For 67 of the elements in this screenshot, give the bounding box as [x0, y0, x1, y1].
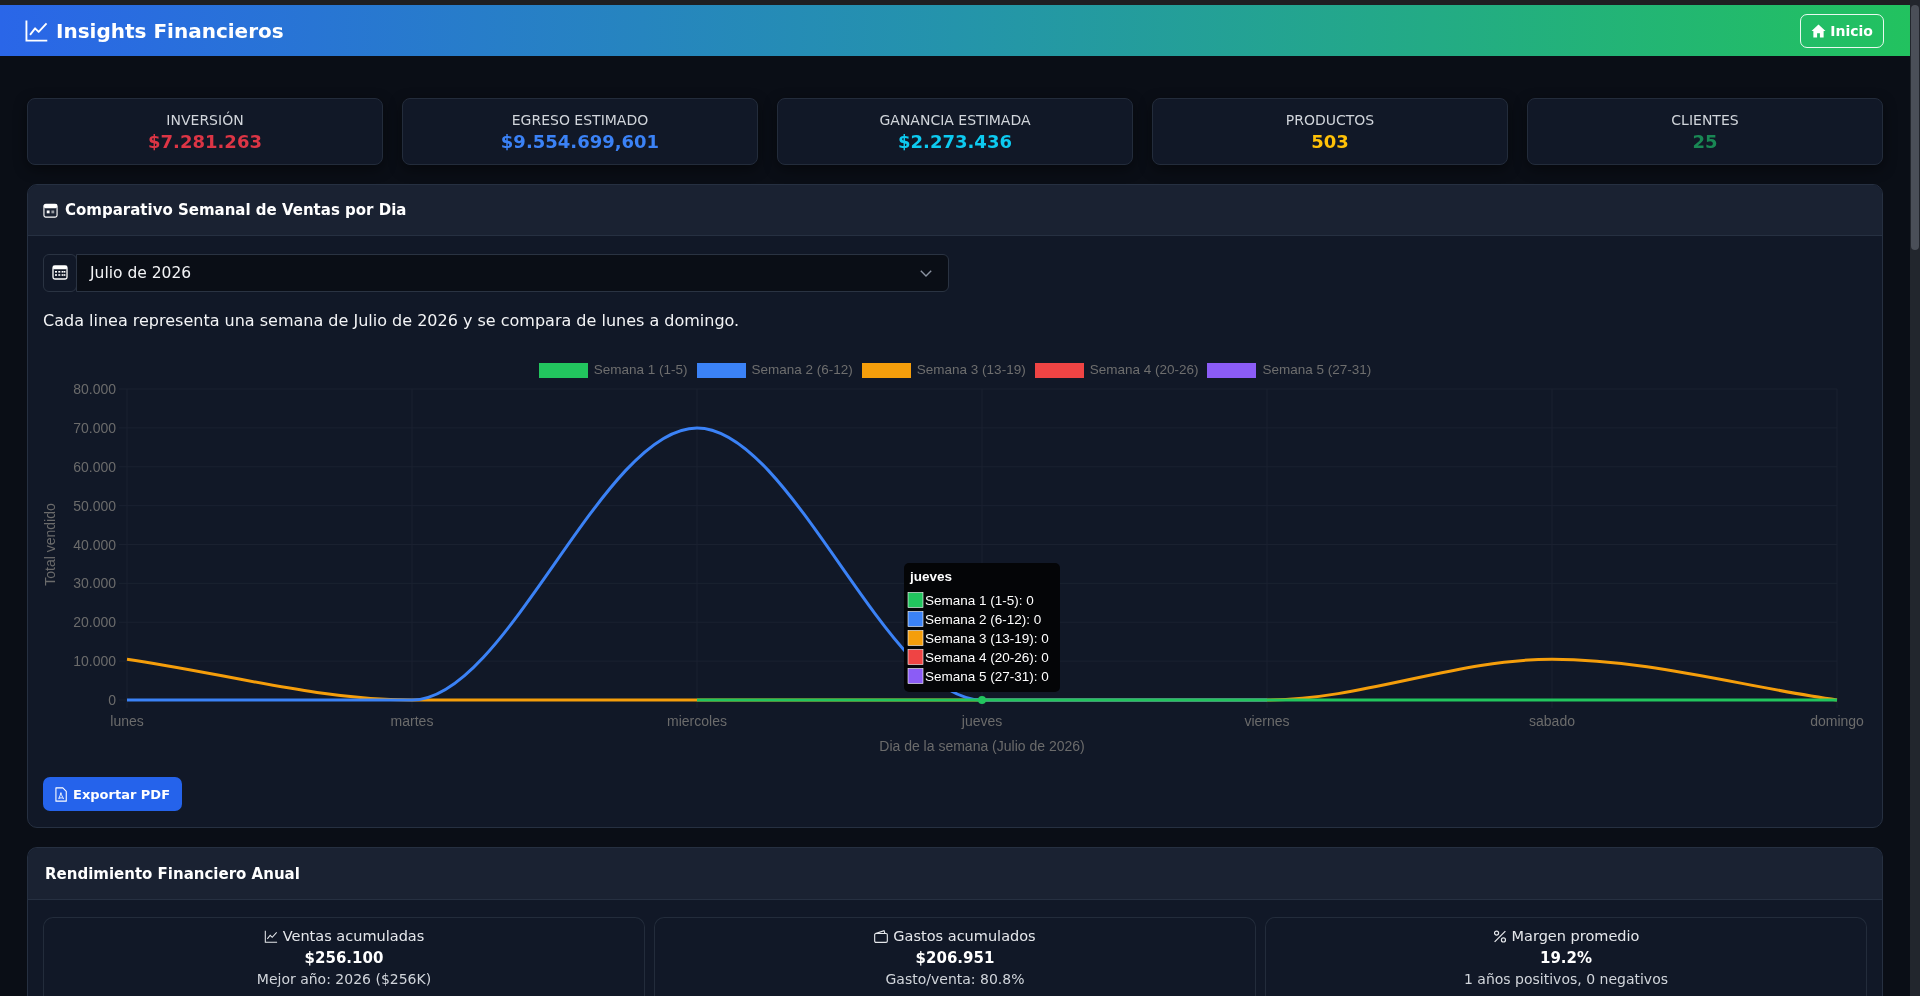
- x-axis-title: Dia de la semana (Julio de 2026): [879, 738, 1085, 754]
- panel-title: Rendimiento Financiero Anual: [45, 863, 300, 884]
- summary-note: 1 años positivos, 0 negativos: [1464, 970, 1668, 988]
- month-select[interactable]: Julio de 2026: [76, 254, 949, 292]
- legend-label[interactable]: Semana 5 (27-31): [1262, 362, 1372, 378]
- stat-value: 503: [1311, 130, 1349, 153]
- summary-value: $256.100: [304, 948, 384, 969]
- y-axis-tick-label: 50.000: [73, 497, 116, 514]
- x-axis-tick-label: martes: [390, 713, 434, 729]
- tooltip-item: Semana 2 (6-12): 0: [925, 612, 1042, 627]
- chevron-down-icon: [920, 269, 932, 277]
- y-axis-tick-label: 80.000: [73, 381, 116, 397]
- stat-label: CLIENTES: [1671, 110, 1739, 129]
- x-axis-tick-label: lunes: [110, 713, 144, 729]
- calendar-icon: [43, 202, 58, 218]
- summary-value: 19.2%: [1539, 948, 1592, 969]
- y-axis-tick-label: 70.000: [73, 419, 116, 436]
- tooltip-title: jueves: [910, 569, 953, 584]
- summary-note: Gasto/venta: 80.8%: [885, 970, 1025, 988]
- stat-value: $2.273.436: [898, 130, 1012, 153]
- summary-label: Margen promedio: [1511, 927, 1640, 946]
- summary-value: $206.951: [915, 948, 995, 969]
- summary-label: Gastos acumulados: [893, 927, 1036, 946]
- x-axis-tick-label: miercoles: [667, 713, 727, 729]
- stat-label: EGRESO ESTIMADO: [511, 110, 649, 129]
- x-axis-tick-label: jueves: [961, 713, 1003, 729]
- stat-value: $9.554.699,601: [500, 130, 660, 153]
- summary-label: Ventas acumuladas: [282, 927, 425, 946]
- stat-value: 25: [1692, 130, 1718, 153]
- percent-icon: [1492, 929, 1507, 943]
- x-axis-tick-label: sabado: [1529, 713, 1575, 729]
- line-chart-icon: [263, 929, 278, 943]
- y-axis-tick-label: 20.000: [73, 614, 116, 631]
- legend-label[interactable]: Semana 4 (20-26): [1089, 362, 1199, 378]
- panel-title: Comparativo Semanal de Ventas por Dia: [65, 200, 407, 220]
- calendar-icon: [43, 254, 77, 292]
- y-axis-tick-label: 0: [108, 692, 116, 708]
- tooltip-item: Semana 5 (27-31): 0: [925, 669, 1049, 684]
- wallet-icon: [874, 929, 889, 943]
- legend-label[interactable]: Semana 1 (1-5): [593, 362, 688, 378]
- tooltip-item: Semana 3 (13-19): 0: [925, 631, 1049, 646]
- chart-description: Cada linea representa una semana de Julio de 2026 y se compara de lunes a domingo.: [43, 310, 740, 332]
- scrollbar[interactable]: [1910, 0, 1920, 996]
- x-axis-tick-label: domingo: [1810, 713, 1864, 729]
- export-pdf-button[interactable]: Exportar PDF: [43, 777, 183, 811]
- x-axis-tick-label: viernes: [1244, 713, 1290, 729]
- summary-note: Mejor año: 2026 ($256K): [256, 970, 432, 988]
- y-axis-title: Total vendido: [42, 503, 58, 586]
- app-title: Insights Financieros: [56, 18, 284, 43]
- y-axis-tick-label: 10.000: [73, 653, 116, 670]
- y-axis-tick-label: 30.000: [73, 575, 116, 592]
- tooltip-item: Semana 4 (20-26): 0: [925, 650, 1049, 665]
- stat-label: INVERSIÓN: [166, 110, 244, 129]
- stat-label: PRODUCTOS: [1285, 110, 1375, 129]
- stat-value: $7.281.263: [148, 130, 262, 153]
- scrollbar-thumb[interactable]: [1911, 5, 1919, 250]
- legend-label[interactable]: Semana 2 (6-12): [751, 362, 853, 378]
- legend-label[interactable]: Semana 3 (13-19): [916, 362, 1026, 378]
- home-button[interactable]: Inicio: [1800, 13, 1884, 48]
- line-chart-icon: [25, 19, 48, 42]
- y-axis-tick-label: 40.000: [73, 536, 116, 553]
- point-marker-icon: [978, 696, 986, 704]
- pdf-file-icon: [55, 786, 67, 802]
- house-icon: [1811, 23, 1827, 38]
- y-axis-tick-label: 60.000: [73, 458, 116, 475]
- tooltip-item: Semana 1 (1-5): 0: [925, 593, 1034, 608]
- stat-label: GANANCIA ESTIMADA: [879, 110, 1031, 129]
